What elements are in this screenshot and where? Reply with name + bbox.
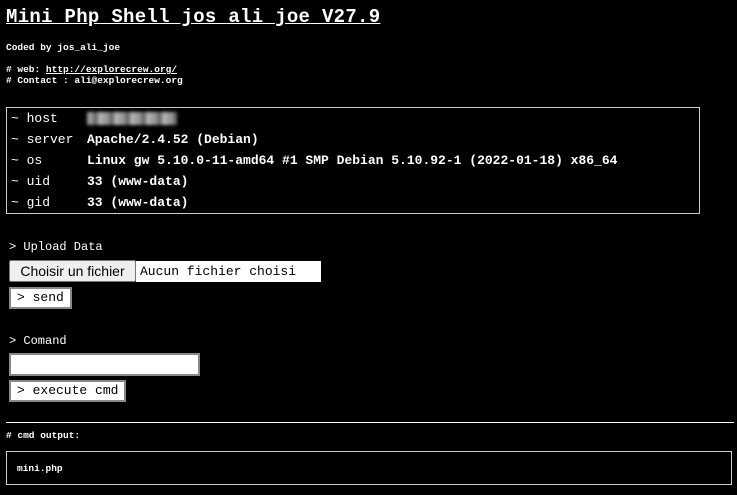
execute-cmd-button[interactable]: > execute cmd	[9, 380, 127, 402]
cmd-output-label: # cmd output:	[6, 430, 81, 441]
info-key-uid: ~ uid	[11, 174, 51, 189]
section-divider	[6, 422, 734, 423]
info-key-server: ~ server	[11, 132, 74, 147]
info-row-os: ~ os Linux gw 5.10.0-11-amd64 #1 SMP Debi…	[11, 151, 618, 171]
web-link[interactable]: http://explorecrew.org/	[46, 64, 177, 75]
info-row-gid: ~ gid 33 (www-data)	[11, 193, 188, 213]
info-row-uid: ~ uid 33 (www-data)	[11, 172, 188, 192]
info-key-gid: ~ gid	[11, 195, 51, 210]
cmd-output-box: mini.php	[6, 451, 732, 485]
upload-label: > Upload Data	[9, 240, 103, 254]
send-button[interactable]: > send	[9, 287, 72, 309]
web-line: # web: http://explorecrew.org/	[6, 64, 177, 75]
info-value-server: Apache/2.4.52 (Debian)	[87, 132, 259, 147]
choose-file-button[interactable]: Choisir un fichier	[9, 260, 136, 282]
info-key-host: ~ host	[11, 111, 58, 126]
server-info-box: ~ host ~ server Apache/2.4.52 (Debian) ~ …	[6, 107, 700, 214]
web-prefix: # web:	[6, 64, 46, 75]
info-value-uid: 33 (www-data)	[87, 174, 189, 189]
contact-text: # Contact : ali@explorecrew.org	[6, 75, 183, 86]
info-value-os: Linux gw 5.10.0-11-amd64 #1 SMP Debian 5…	[87, 153, 618, 168]
redacted-host-value	[87, 112, 177, 126]
info-row-server: ~ server Apache/2.4.52 (Debian)	[11, 130, 259, 150]
cmd-output-text: mini.php	[17, 463, 63, 474]
info-key-os: ~ os	[11, 153, 43, 168]
file-status-text: Aucun fichier choisi	[136, 261, 321, 282]
info-row-host: ~ host	[11, 109, 177, 129]
shell-page: Mini Php Shell jos_ali_joe V27.9 Coded b…	[0, 0, 737, 495]
coded-by-text: Coded by jos_ali_joe	[6, 42, 121, 53]
info-value-gid: 33 (www-data)	[87, 195, 189, 210]
page-title: Mini Php Shell jos_ali_joe V27.9	[6, 6, 381, 28]
command-input[interactable]	[9, 353, 200, 376]
command-label: > Comand	[9, 334, 67, 348]
